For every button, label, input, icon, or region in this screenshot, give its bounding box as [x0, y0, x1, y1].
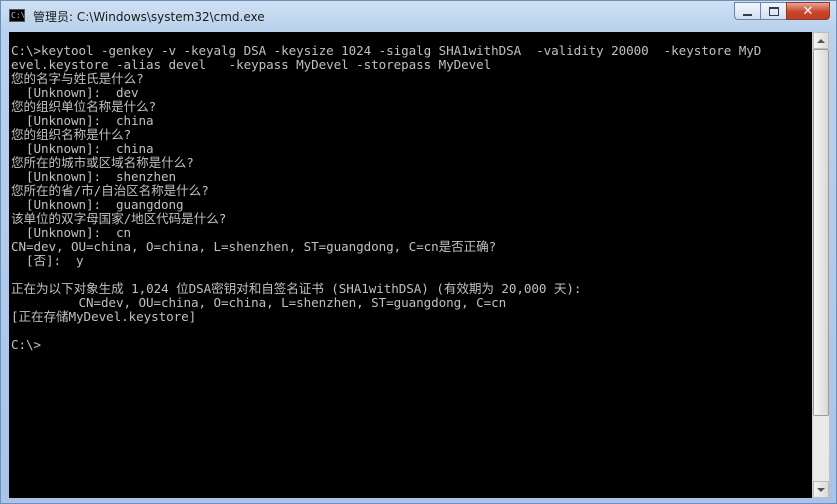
- vertical-scrollbar[interactable]: [812, 32, 829, 498]
- console-line: evel.keystore -alias devel -keypass MyDe…: [11, 57, 492, 72]
- arrow-up-icon: [817, 38, 825, 43]
- scroll-up-button[interactable]: [813, 32, 829, 49]
- console-line: [Unknown]: cn: [11, 225, 132, 240]
- console-line: 您所在的城市或区域名称是什么?: [11, 155, 194, 170]
- close-button[interactable]: ✕: [786, 2, 830, 20]
- console-line: [Unknown]: guangdong: [11, 197, 184, 212]
- cmd-window: C:\ 管理员: C:\Windows\system32\cmd.exe ✕ C…: [0, 0, 837, 504]
- cmd-app-icon[interactable]: C:\: [9, 9, 25, 22]
- console-line: [正在存储MyDevel.keystore]: [11, 309, 197, 324]
- console-line: CN=dev, OU=china, O=china, L=shenzhen, S…: [11, 295, 507, 310]
- console-line: [Unknown]: china: [11, 113, 154, 128]
- console-line: 该单位的双字母国家/地区代码是什么?: [11, 211, 227, 226]
- console-line: 您所在的省/市/自治区名称是什么?: [11, 183, 209, 198]
- console-line: [Unknown]: dev: [11, 85, 139, 100]
- close-icon: ✕: [802, 3, 814, 19]
- console-output[interactable]: C:\>keytool -genkey -v -keyalg DSA -keys…: [9, 32, 812, 498]
- arrow-down-icon: [817, 487, 825, 492]
- cmd-icon-glyph: C:\: [11, 11, 25, 20]
- window-title: 管理员: C:\Windows\system32\cmd.exe: [33, 10, 265, 24]
- console-line: [否]: y: [11, 253, 84, 268]
- console-line: 您的名字与姓氏是什么?: [11, 71, 144, 86]
- console-line: [Unknown]: shenzhen: [11, 169, 177, 184]
- console-line: [Unknown]: china: [11, 141, 154, 156]
- console-line: CN=dev, OU=china, O=china, L=shenzhen, S…: [11, 239, 497, 254]
- maximize-icon: [768, 6, 779, 16]
- scroll-down-button[interactable]: [813, 481, 829, 498]
- minimize-icon: [743, 13, 752, 16]
- maximize-button[interactable]: [760, 2, 786, 20]
- console-line: 您的组织单位名称是什么?: [11, 99, 157, 114]
- console-text: C:\>keytool -genkey -v -keyalg DSA -keys…: [9, 32, 812, 352]
- console-line: 您的组织名称是什么?: [11, 127, 132, 142]
- minimize-button[interactable]: [734, 2, 760, 20]
- console-line: C:\>: [11, 337, 42, 352]
- scroll-thumb[interactable]: [813, 49, 829, 416]
- caption-buttons: ✕: [734, 2, 830, 21]
- console-line: 正在为以下对象生成 1,024 位DSA密钥对和自签名证书 (SHA1withD…: [11, 281, 582, 296]
- console-line: C:\>keytool -genkey -v -keyalg DSA -keys…: [11, 43, 762, 58]
- title-bar[interactable]: C:\ 管理员: C:\Windows\system32\cmd.exe ✕: [1, 1, 836, 31]
